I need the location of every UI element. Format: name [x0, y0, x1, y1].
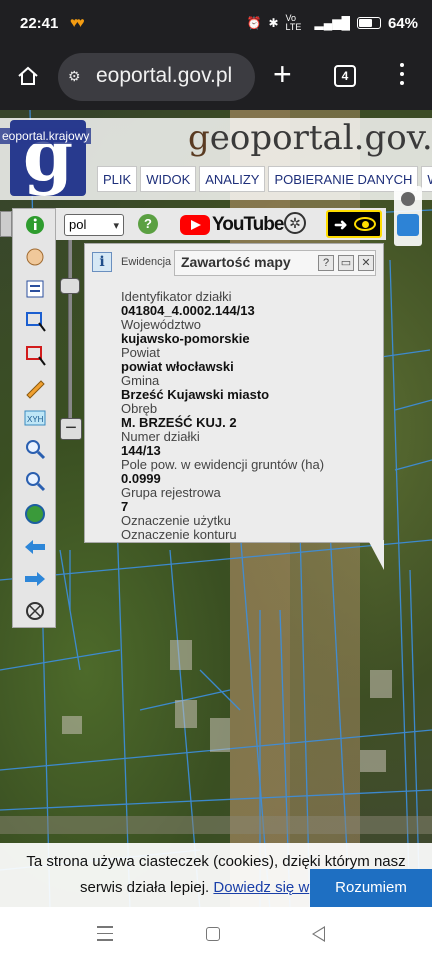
cookie-text: serwis działa lepiej. [80, 879, 210, 896]
tab-switcher-button[interactable]: 4 [334, 65, 356, 87]
screen: g eoportal.krajowy geoportal.gov.pl PLIK… [0, 0, 432, 960]
field-label: Oznaczenie konturu [121, 527, 237, 542]
geoportal-faded-header: eoportal.krajowy [0, 128, 92, 144]
battery-percent: 64% [387, 14, 418, 32]
menu-widok[interactable]: WIDOK [140, 166, 197, 192]
zoom-in-icon [26, 440, 46, 460]
youtube-link[interactable]: YouTube [180, 213, 284, 237]
field-label: Powiat [121, 345, 161, 360]
visibility-panel [394, 186, 422, 246]
popup-header: i Ewidencja Zawartość mapy ? ▭ ✕ [92, 250, 376, 276]
status-icons: ⏰ ✱ Vo LTE ▂▄▆█ 64% [246, 14, 418, 32]
chevron-down-icon: ▾ [113, 220, 119, 232]
field-label: Numer działki [121, 429, 200, 444]
cookie-text-line1: Ta strona używa ciasteczek (cookies), dz… [26, 853, 406, 870]
recents-icon[interactable] [97, 926, 113, 941]
url-text: eoportal.gov.pl [96, 64, 233, 87]
parcel-details: Identyfikator działki 041804_4.0002.144/… [121, 290, 371, 542]
zoom-slider-knob[interactable] [60, 278, 80, 294]
home-icon[interactable] [17, 66, 39, 86]
select-red-icon [26, 346, 46, 366]
eye-visibility-icon[interactable] [397, 214, 419, 236]
cookie-banner: Ta strona używa ciasteczek (cookies), dz… [0, 843, 432, 907]
field-label: Obręb [121, 401, 158, 416]
pencil-icon [26, 380, 45, 399]
field-value: M. BRZEŚĆ KUJ. 2 [121, 415, 237, 430]
field-value: 7 [121, 499, 129, 514]
main-menu: PLIK WIDOK ANALIZY POBIERANIE DANYCH WY [97, 166, 432, 192]
field-label: Oznaczenie użytku [121, 513, 231, 528]
popup-maximize-icon[interactable]: ▭ [338, 255, 354, 271]
language-select[interactable]: pol ▾ [64, 214, 124, 236]
help-icon[interactable]: ? [138, 214, 158, 234]
site-title-g: g [188, 118, 210, 158]
alarm-icon: ⏰ [246, 16, 262, 30]
cookie-text-line2: serwis działa lepiej. Dowiedz się w [80, 879, 309, 896]
field-label: Identyfikator działki [121, 289, 232, 304]
compass-icon [26, 602, 44, 620]
site-title-rest: eoportal.gov.pl [209, 118, 432, 158]
address-bar[interactable]: ⚙ eoportal.gov.pl [58, 53, 255, 101]
youtube-play-icon [180, 215, 210, 235]
field-label: Gmina [121, 373, 160, 388]
zoom-slider-track[interactable] [68, 238, 72, 438]
xyh-coordinates-icon: XYH [24, 410, 46, 426]
field-value: Brześć Kujawski miasto [121, 387, 270, 402]
globe-icon [25, 504, 45, 524]
bluetooth-icon: ✱ [268, 16, 279, 30]
info-badge-icon: i [92, 252, 112, 272]
map-toolbar: XYH [12, 208, 56, 628]
signal-icon: ▂▄▆█ [314, 16, 350, 30]
field-label: Pole pow. w ewidencji gruntów (ha) [121, 457, 325, 472]
back-arrow-icon [25, 540, 45, 554]
popup-source-label: Ewidencja [121, 256, 172, 268]
network-label: Vo LTE [285, 13, 302, 32]
popup-close-icon[interactable]: ✕ [358, 255, 374, 271]
status-bar: 22:41 ♥♥ ⏰ ✱ Vo LTE ▂▄▆█ 64% [0, 0, 432, 46]
tab-title: Zawartość mapy [181, 254, 291, 270]
field-value: powiat włocławski [121, 359, 234, 374]
cookie-accept-button[interactable]: Rozumiem [310, 869, 432, 907]
system-nav-bar [0, 907, 432, 960]
menu-wy[interactable]: WY [421, 166, 432, 192]
popup-help-button[interactable]: ? [318, 255, 334, 271]
site-settings-icon[interactable]: ⚙ [68, 68, 88, 86]
toolbar-icons: XYH [24, 216, 46, 620]
field-value: 144/13 [121, 443, 161, 458]
more-menu-icon[interactable] [400, 63, 405, 91]
menu-analizy[interactable]: ANALIZY [199, 166, 266, 192]
browser-toolbar: ⚙ eoportal.gov.pl + 4 [0, 46, 432, 110]
home-nav-icon[interactable] [206, 927, 220, 941]
zoom-out-button[interactable]: − [60, 418, 82, 440]
settings-gear-icon[interactable] [401, 192, 415, 206]
back-nav-icon[interactable] [312, 926, 325, 942]
zoom-out-icon [26, 472, 46, 492]
heart-icon: ♥♥ [70, 14, 85, 30]
eye-icon [354, 217, 376, 231]
field-label: Grupa rejestrowa [121, 485, 221, 500]
accessibility-wheel-icon[interactable]: ✲ [284, 212, 306, 234]
field-value: 0.0999 [121, 471, 161, 486]
field-value: kujawsko-pomorskie [121, 331, 250, 346]
info-icon [26, 216, 44, 234]
high-contrast-toggle[interactable]: ➜ [326, 210, 382, 238]
pan-hand-icon [26, 248, 44, 266]
panel-collapse-handle[interactable] [0, 211, 12, 237]
field-label: Województwo [121, 317, 201, 332]
youtube-label: YouTube [212, 214, 284, 235]
clock: 22:41 [20, 15, 59, 32]
svg-text:XYH: XYH [27, 415, 44, 424]
new-tab-icon[interactable]: + [273, 58, 292, 90]
forward-arrow-icon [25, 572, 45, 586]
legend-list-icon [26, 280, 44, 298]
cookie-learn-more-link[interactable]: Dowiedz się w [213, 879, 309, 896]
menu-plik[interactable]: PLIK [97, 166, 138, 192]
arrow-right-icon: ➜ [334, 217, 348, 234]
battery-icon [356, 17, 381, 29]
site-title: geoportal.gov.pl [188, 118, 432, 158]
language-value: pol [69, 217, 87, 232]
popup-pointer [368, 540, 384, 570]
select-blue-icon [26, 312, 46, 332]
field-value: 041804_4.0002.144/13 [121, 303, 255, 318]
